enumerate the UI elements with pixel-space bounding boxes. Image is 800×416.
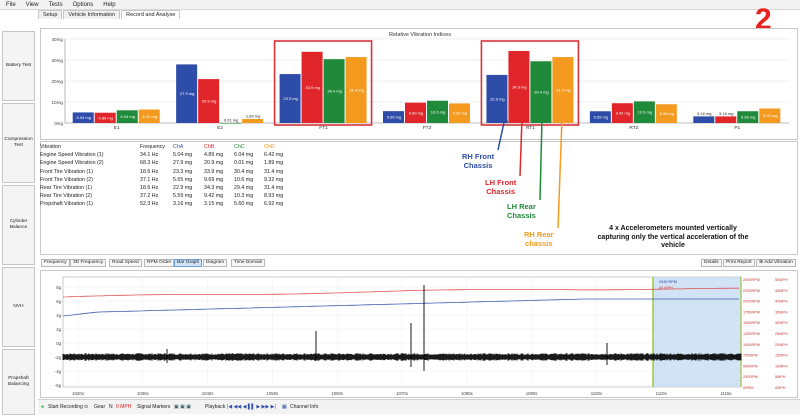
- channel-info-button[interactable]: Channel Info: [290, 404, 318, 410]
- y-tick-label: 8g: [56, 285, 61, 290]
- vibration-signal: [62, 353, 742, 361]
- road-speed-button[interactable]: Road Speed: [109, 259, 142, 267]
- x-tick-label: 1050s: [267, 391, 279, 396]
- x-tick-label: 1020s: [72, 391, 84, 396]
- add-vibration-label: Add Vibration: [764, 260, 793, 265]
- y-tick-label: -4g: [55, 369, 62, 374]
- add-vibration-button[interactable]: ⊕ Add Vibration: [756, 259, 796, 267]
- mph-tick-label: 10MPH: [775, 364, 788, 368]
- gear-label: Gear: [94, 404, 106, 410]
- mph-tick-label: 40MPH: [775, 300, 788, 304]
- bar-graph-button[interactable]: Bar Graph: [174, 259, 203, 267]
- x-tick-label: 1090s: [526, 391, 538, 396]
- rpm-tick-label: 1750RPM: [743, 310, 760, 314]
- status-bar: ● Start Recording ⊙ Gear N 0 MPH Signal …: [38, 399, 800, 414]
- rpm-tick-label: 1000RPM: [743, 343, 760, 347]
- mph-tick-label: 35MPH: [775, 310, 788, 314]
- channel-info-icon[interactable]: ▦: [282, 404, 287, 410]
- rpm-tick-label: 0RPM: [743, 386, 754, 390]
- playback-label: Playback: [205, 404, 226, 410]
- y-tick-label: -2g: [55, 355, 62, 360]
- details-button[interactable]: Details: [701, 259, 722, 267]
- mph-tick-label: 20MPH: [775, 343, 788, 347]
- rpm-tick-label: 2500RPM: [743, 278, 760, 282]
- frequency-button[interactable]: Frequency: [41, 259, 70, 267]
- mph-tick-label: 50MPH: [775, 278, 788, 282]
- selection-rpm-label: 2045 RPM: [659, 280, 677, 284]
- engine-speed-trace: [62, 287, 739, 298]
- time-domain-button[interactable]: Time Domain: [231, 259, 266, 267]
- mph-tick-label: 15MPH: [775, 354, 788, 358]
- road-speed-readout: 0 MPH: [116, 404, 132, 410]
- arrow-rh-front: [497, 113, 509, 151]
- label-lh-rear-chassis: LH Rear Chassis: [507, 202, 536, 220]
- rpm-tick-label: 250RPM: [743, 375, 758, 379]
- road-speed-trace: [62, 298, 739, 317]
- label-rh-front-chassis: RH Front Chassis: [462, 152, 495, 170]
- timer-icon: ⊙: [84, 404, 89, 410]
- accelerometer-note: 4 x Accelerometers mounted vertically ca…: [597, 225, 749, 249]
- print-report-button[interactable]: Print Report: [723, 259, 755, 267]
- rpm-tick-label: 2250RPM: [743, 289, 760, 293]
- x-tick-label: 1100s: [591, 391, 602, 396]
- marker-icons[interactable]: ▣ ▣ ▣: [174, 404, 191, 410]
- y-tick-label: 0g: [56, 341, 61, 346]
- gear-value: N: [109, 404, 113, 410]
- rpm-order-button[interactable]: RPM Order: [144, 259, 175, 267]
- rpm-tick-label: 750RPM: [743, 354, 758, 358]
- signal-markers-label: Signal Markers: [137, 404, 171, 410]
- arrow-rh-rear: [557, 113, 567, 229]
- label-rh-rear-chassis: RH Rear chassis: [524, 230, 554, 248]
- rpm-tick-label: 1500RPM: [743, 321, 760, 325]
- rpm-tick-label: 500RPM: [743, 364, 758, 368]
- 3d-frequency-button[interactable]: 3D Frequency: [70, 259, 107, 267]
- x-tick-label: 1110s: [656, 391, 667, 396]
- mph-tick-label: 5MPH: [775, 375, 786, 379]
- diagram-button[interactable]: Diagram: [203, 259, 228, 267]
- x-tick-label: 1070s: [396, 391, 408, 396]
- mph-tick-label: 25MPH: [775, 332, 788, 336]
- time-domain-chart: 8g 6g 4g 2g 0g -2g -4g -6g 2500RPM 50MPH 2250RPM 45…: [55, 276, 788, 396]
- x-tick-label: 1115s: [720, 391, 731, 396]
- playback-controls-icon[interactable]: |◀ ◀◀ ◀ ▌▌ ▶ ▶▶ ▶|: [227, 404, 276, 410]
- rpm-tick-label: 1250RPM: [743, 332, 760, 336]
- rpm-tick-label: 2000RPM: [743, 300, 760, 304]
- x-tick-label: 1080s: [461, 391, 473, 396]
- y-tick-label: 2g: [56, 327, 61, 332]
- arrow-lh-rear: [537, 113, 547, 201]
- mph-tick-label: 0MPH: [775, 386, 786, 390]
- y-tick-label: 4g: [56, 313, 61, 318]
- mph-tick-label: 45MPH: [775, 289, 788, 293]
- y-tick-label: -6g: [55, 383, 62, 388]
- label-lh-front-chassis: LH Front Chassis: [485, 178, 517, 196]
- record-icon[interactable]: ●: [41, 404, 44, 410]
- start-recording-button[interactable]: Start Recording: [48, 404, 83, 410]
- x-tick-label: 1040s: [202, 391, 214, 396]
- x-tick-label: 1030s: [137, 391, 149, 396]
- arrow-lh-front: [517, 113, 527, 177]
- y-tick-label: 6g: [56, 299, 61, 304]
- selection-region: [653, 277, 741, 387]
- time-domain-panel: 8g 6g 4g 2g 0g -2g -4g -6g 2500RPM 50MPH 2250RPM 45…: [40, 270, 798, 398]
- view-toolbar: Frequency 3D Frequency Road Speed RPM Or…: [41, 259, 798, 268]
- x-tick-label: 1060s: [331, 391, 343, 396]
- mph-tick-label: 30MPH: [775, 321, 788, 325]
